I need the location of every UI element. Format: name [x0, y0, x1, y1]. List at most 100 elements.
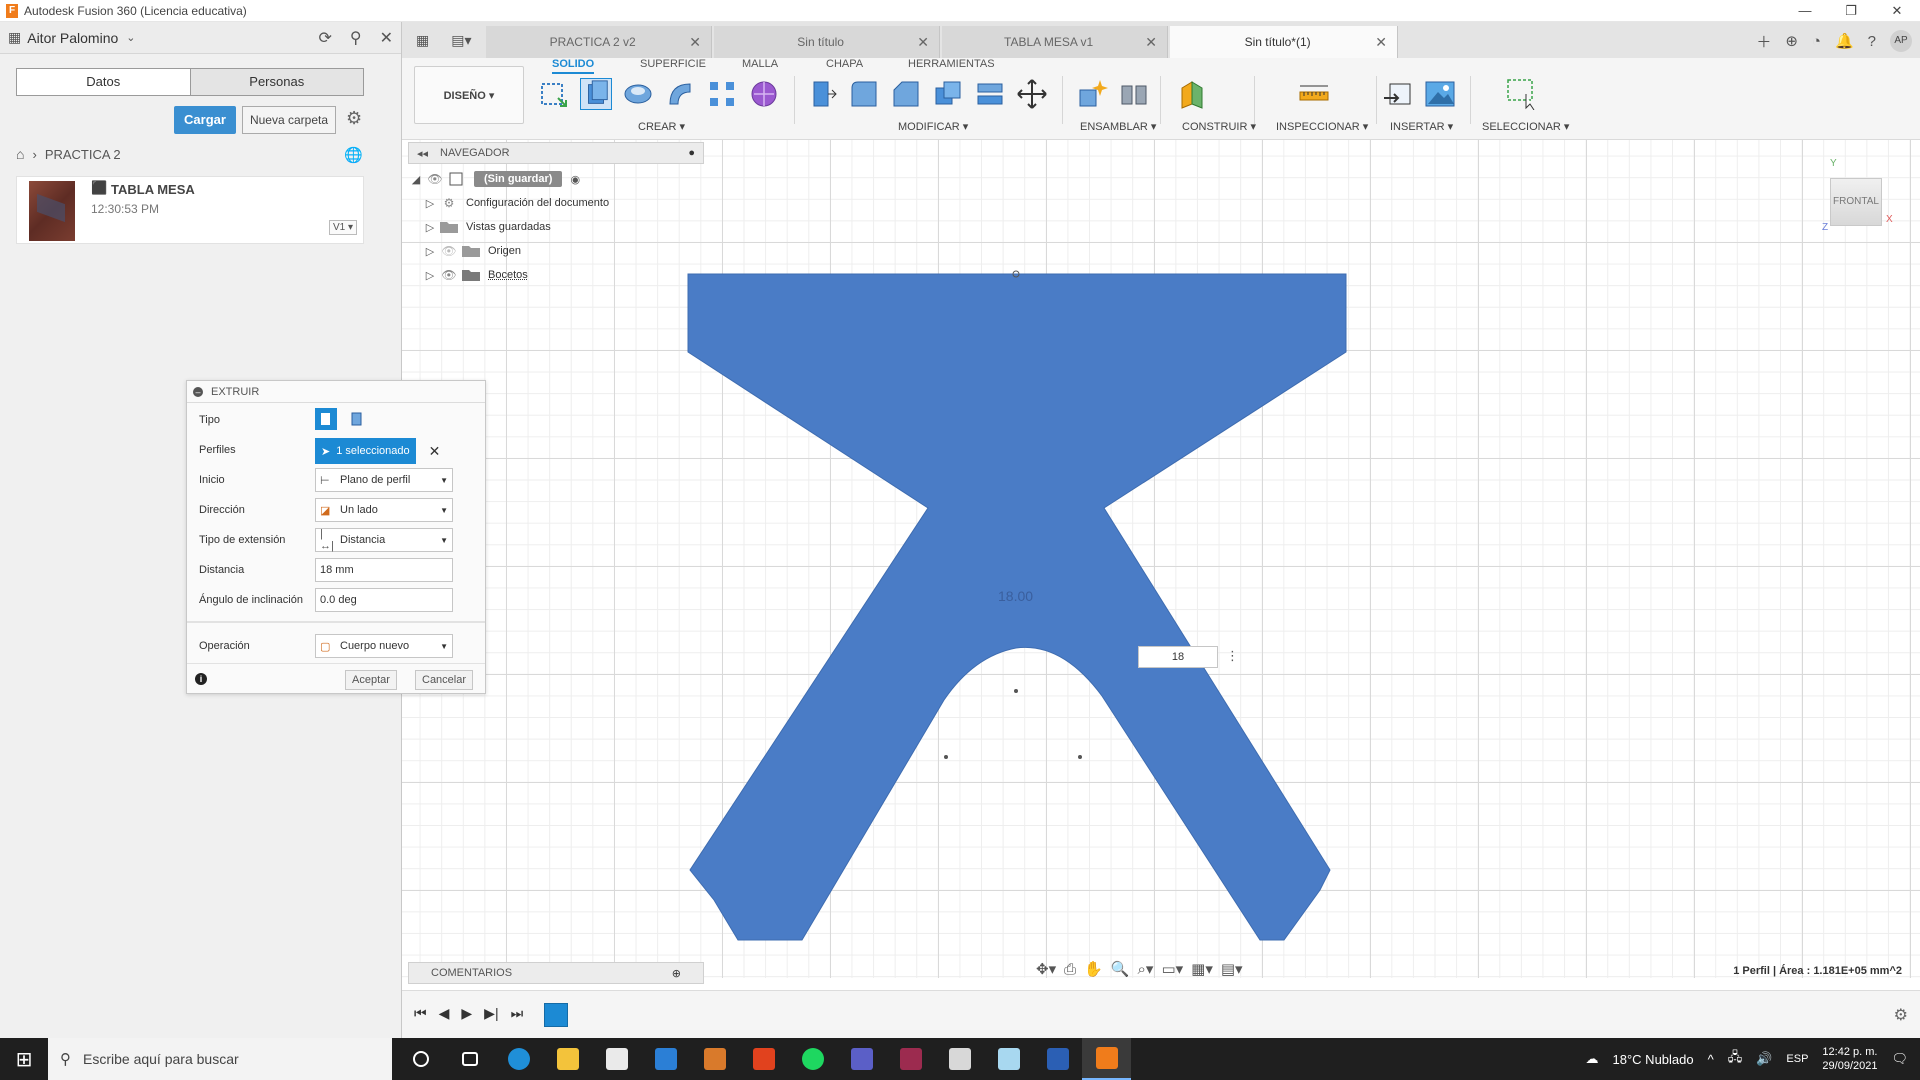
sketch-point[interactable] [944, 755, 948, 759]
new-tab-icon[interactable]: ＋ [1756, 31, 1771, 52]
nav-item-sketches[interactable]: ▷ 👁 Bocetos [422, 264, 528, 286]
offset-plane-icon[interactable] [1176, 78, 1208, 110]
spotify-icon[interactable] [788, 1038, 837, 1080]
avatar[interactable]: AP [1890, 30, 1912, 52]
extensions-icon[interactable]: ⊕ [1785, 32, 1798, 50]
distance-input-field[interactable]: 18 [1138, 646, 1218, 668]
expand-icon[interactable]: ▷ [422, 197, 438, 210]
username[interactable]: Aitor Palomino [27, 30, 118, 46]
timeline-settings-gear-icon[interactable]: ⚙ [1894, 1005, 1908, 1025]
go-to-end-icon[interactable]: ⏭ [511, 1005, 524, 1022]
group-crear[interactable]: CREAR ▾ [638, 120, 685, 133]
file-card[interactable]: ⬛ TABLA MESA 12:30:53 PM V1 ▾ [16, 176, 364, 244]
accept-button[interactable]: Aceptar [345, 670, 397, 690]
workspace-switcher[interactable]: DISEÑO ▾ [414, 66, 524, 124]
collapse-dialog-icon[interactable]: – [193, 386, 203, 397]
play-icon[interactable]: ▶ [461, 1005, 472, 1022]
sweep-icon[interactable] [664, 78, 696, 110]
search-icon[interactable]: ⚲ [350, 28, 362, 48]
close-tab-icon[interactable]: ✕ [1145, 34, 1157, 51]
fusion-active-icon[interactable] [1082, 1038, 1131, 1080]
grid-settings-icon[interactable]: ▦▾ [1191, 960, 1213, 978]
go-to-start-icon[interactable]: ⏮ [414, 1005, 427, 1022]
gear-icon[interactable]: ⚙ [346, 108, 362, 129]
expand-icon[interactable]: ◢ [408, 173, 424, 186]
clear-selection-icon[interactable]: ✕ [429, 443, 441, 460]
close-tab-icon[interactable]: ✕ [917, 34, 929, 51]
mail-icon[interactable] [641, 1038, 690, 1080]
cancel-button[interactable]: Cancelar [415, 670, 474, 690]
tab-chapa[interactable]: CHAPA [826, 58, 863, 70]
select-icon[interactable] [1506, 78, 1538, 110]
group-modificar[interactable]: MODIFICAR ▾ [898, 120, 968, 133]
job-status-icon[interactable]: ◔ [1812, 33, 1821, 50]
measure-icon[interactable] [1298, 78, 1330, 110]
step-forward-icon[interactable]: ▶| [484, 1005, 498, 1022]
extrude-type-solid-icon[interactable] [315, 408, 337, 430]
comments-bar[interactable]: COMENTARIOS ⊕ [408, 962, 704, 984]
visibility-eye-icon[interactable]: 👁 [424, 172, 446, 186]
calculator-icon[interactable] [935, 1038, 984, 1080]
expand-icon[interactable]: ▷ [422, 221, 438, 234]
expand-icon[interactable]: ▷ [422, 269, 438, 282]
extrude-type-thin-icon[interactable] [346, 408, 368, 430]
windows-start-icon[interactable]: ⊞ [0, 1047, 48, 1072]
viewports-icon[interactable]: ▤▾ [1221, 960, 1243, 978]
view-cube[interactable]: FRONTAL [1830, 178, 1882, 226]
file-menu-icon[interactable]: ▤▾ [451, 32, 471, 49]
group-insertar[interactable]: INSERTAR ▾ [1390, 120, 1453, 133]
pan-icon[interactable]: ✋ [1084, 960, 1103, 978]
language-indicator[interactable]: ESP [1786, 1053, 1808, 1065]
breadcrumb-project[interactable]: PRACTICA 2 [45, 147, 121, 162]
group-ensamblar[interactable]: ENSAMBLAR ▾ [1080, 120, 1156, 133]
distance-field[interactable]: 18 mm [315, 558, 453, 582]
insert-canvas-icon[interactable] [1424, 78, 1456, 110]
dialog-header[interactable]: – EXTRUIR [187, 381, 485, 403]
notifications-center-icon[interactable]: 🗨 [1891, 1051, 1908, 1067]
chevron-down-icon[interactable]: ⌄ [126, 31, 135, 44]
direction-dropdown[interactable]: ◪ Un lado ▼ [315, 498, 453, 522]
chamfer-icon[interactable] [890, 78, 922, 110]
step-back-icon[interactable]: ◀ [439, 1005, 450, 1022]
form-icon[interactable] [748, 78, 780, 110]
insert-derive-icon[interactable] [1382, 78, 1414, 110]
navigator-root[interactable]: ◢ 👁 (Sin guardar) ◉ [408, 168, 580, 190]
refresh-icon[interactable]: ⟳ [318, 28, 331, 48]
group-inspeccionar[interactable]: INSPECCIONAR ▾ [1276, 120, 1368, 133]
teams-icon[interactable] [837, 1038, 886, 1080]
task-view-icon[interactable] [445, 1038, 494, 1080]
tab-tabla-mesa[interactable]: TABLA MESA v1 ✕ [942, 26, 1168, 58]
restore-button[interactable]: ❐ [1828, 0, 1874, 22]
fusion-360-icon[interactable] [690, 1038, 739, 1080]
orbit-icon[interactable]: ✥▾ [1036, 960, 1056, 978]
taper-angle-field[interactable]: 0.0 deg [315, 588, 453, 612]
nav-item-views[interactable]: ▷ Vistas guardadas [422, 216, 551, 238]
tab-personas[interactable]: Personas [190, 69, 363, 95]
edge-icon[interactable] [494, 1038, 543, 1080]
navigator-header[interactable]: ◂◂ NAVEGADOR ● [408, 142, 704, 164]
press-pull-icon[interactable] [806, 78, 838, 110]
add-comment-icon[interactable]: ⊕ [672, 967, 681, 980]
new-folder-button[interactable]: Nueva carpeta [242, 106, 336, 134]
profiles-selection-button[interactable]: ➤ 1 seleccionado [315, 438, 416, 464]
office-icon[interactable] [739, 1038, 788, 1080]
minimize-button[interactable]: — [1782, 0, 1828, 22]
close-window-button[interactable]: ✕ [1874, 0, 1920, 22]
create-sketch-icon[interactable] [538, 78, 570, 110]
taskbar-search[interactable]: ⚲ Escribe aquí para buscar [48, 1038, 392, 1080]
weather-cloud-icon[interactable]: ☁ [1586, 1051, 1599, 1067]
file-explorer-icon[interactable] [543, 1038, 592, 1080]
split-body-icon[interactable] [974, 78, 1006, 110]
clock[interactable]: 12:42 p. m. 29/09/2021 [1822, 1045, 1877, 1073]
close-tab-icon[interactable]: ✕ [689, 34, 701, 51]
pattern-icon[interactable] [706, 78, 738, 110]
visibility-eye-icon[interactable]: 👁 [438, 268, 460, 282]
tab-malla[interactable]: MALLA [742, 58, 778, 70]
more-options-icon[interactable]: ⋮ [1226, 648, 1239, 664]
collapse-panel-icon[interactable]: ◂◂ [417, 147, 428, 160]
info-icon[interactable]: i [195, 673, 207, 685]
operation-dropdown[interactable]: ▢ Cuerpo nuevo ▼ [315, 634, 453, 658]
tab-datos[interactable]: Datos [17, 69, 191, 95]
help-icon[interactable]: ? [1868, 33, 1876, 50]
hidden-eye-icon[interactable]: 👁 [438, 244, 460, 258]
